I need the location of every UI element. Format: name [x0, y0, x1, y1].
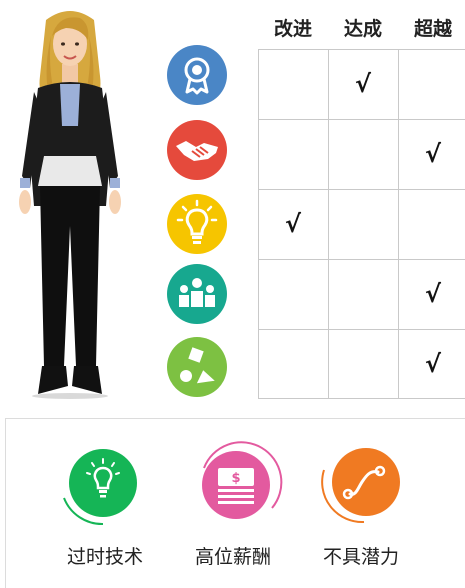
team-people-icon [167, 264, 227, 324]
check-mark-row-2: √ [424, 140, 441, 168]
handshake-icon [167, 120, 227, 180]
column-header-achieve: 达成 [343, 18, 382, 40]
trend-curve-icon [321, 448, 400, 524]
shapes-icon [167, 337, 227, 397]
check-mark-row-3: √ [284, 210, 301, 238]
award-ribbon-icon [167, 45, 227, 105]
check-mark-row-1: √ [354, 70, 371, 98]
svg-text:$: $ [231, 471, 240, 486]
lightbulb-icon [167, 194, 227, 254]
check-mark-row-4: √ [424, 280, 441, 308]
flag-label-no-potential: 不具潜力 [322, 546, 399, 568]
flag-label-high-salary: 高位薪酬 [194, 546, 271, 568]
lightbulb-icon [63, 449, 137, 526]
check-mark-row-5: √ [424, 350, 441, 378]
column-header-exceed: 超越 [413, 18, 452, 40]
flag-label-outdated-skills: 过时技术 [66, 546, 143, 568]
column-header-improve: 改进 [273, 18, 312, 40]
businesswoman-illustration [19, 11, 121, 399]
money-stack-icon: $ [202, 441, 283, 519]
